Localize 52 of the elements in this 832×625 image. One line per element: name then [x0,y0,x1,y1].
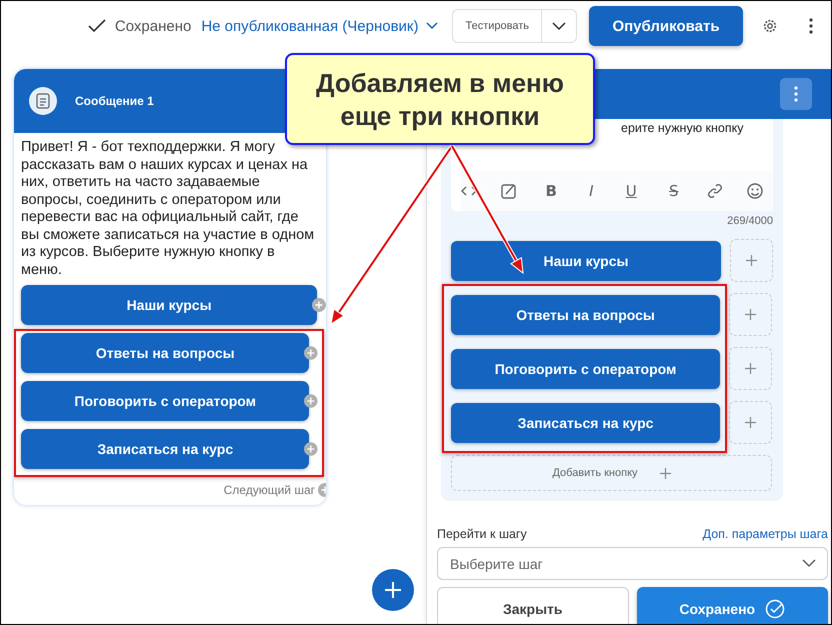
menu-button[interactable]: Поговорить с оператором [451,348,720,388]
plus-icon [384,581,402,599]
chevron-down-icon[interactable] [552,22,566,30]
more-button[interactable] [780,78,812,110]
more-icon [794,86,798,102]
card-title: Сообщение 1 [75,94,154,108]
add-button[interactable]: Добавить кнопку [451,455,772,491]
plus-icon [745,309,756,320]
plus-circle-icon[interactable] [304,346,318,360]
status-dropdown[interactable]: Не опубликованная (Черновик) [201,18,438,34]
plus-circle-icon[interactable] [304,442,318,456]
check-icon[interactable] [88,19,106,33]
step-label: Перейти к шагу [437,527,527,541]
add-step-button[interactable] [372,569,414,611]
chevron-down-icon[interactable] [426,22,438,30]
callout-tooltip: Добавляем в меню еще три кнопки [285,53,595,145]
menu-button[interactable]: Записаться на курс [451,402,720,442]
menu-button[interactable]: Наши курсы [21,285,318,325]
publish-button[interactable]: Опубликовать [589,6,743,46]
chevron-down-icon [802,559,816,567]
plus-icon [660,468,671,478]
close-button[interactable]: Закрыть [437,587,628,624]
step-select[interactable]: Выберите шаг [437,547,828,580]
plus-icon [746,255,757,266]
format-button[interactable]: S [664,182,682,200]
check-circle-icon [765,598,786,618]
format-button[interactable]: B [541,182,561,200]
link-icon[interactable] [706,183,723,199]
format-button[interactable]: U [622,182,641,200]
plus-icon [745,417,756,428]
save-status: Сохранено [114,18,192,34]
menu-button[interactable]: Поговорить с оператором [21,381,310,421]
step-settings-link[interactable]: Доп. параметры шага [702,527,828,541]
menu-button[interactable]: Ответы на вопросы [21,333,310,373]
next-step-label: Следующий шаг [224,483,315,497]
plus-circle-icon[interactable] [312,298,326,312]
code-icon[interactable] [461,185,477,197]
plus-icon [745,363,756,374]
format-button[interactable]: I [585,182,598,200]
char-counter: 269/4000 [726,215,773,227]
menu-button[interactable]: Наши курсы [451,240,721,280]
save-button[interactable]: Сохранено [636,587,828,624]
more-icon[interactable] [809,18,813,34]
message-avatar [29,87,57,115]
smiley-icon[interactable] [746,183,763,199]
editor-text: ерите нужную кнопку [621,120,745,137]
menu-button[interactable]: Ответы на вопросы [451,294,720,334]
test-split-button[interactable]: Тестировать [452,9,577,43]
settings-icon[interactable] [763,19,777,33]
menu-button[interactable]: Записаться на курс [21,429,310,469]
plus-circle-icon[interactable] [304,394,318,408]
edit-icon[interactable] [501,183,518,199]
